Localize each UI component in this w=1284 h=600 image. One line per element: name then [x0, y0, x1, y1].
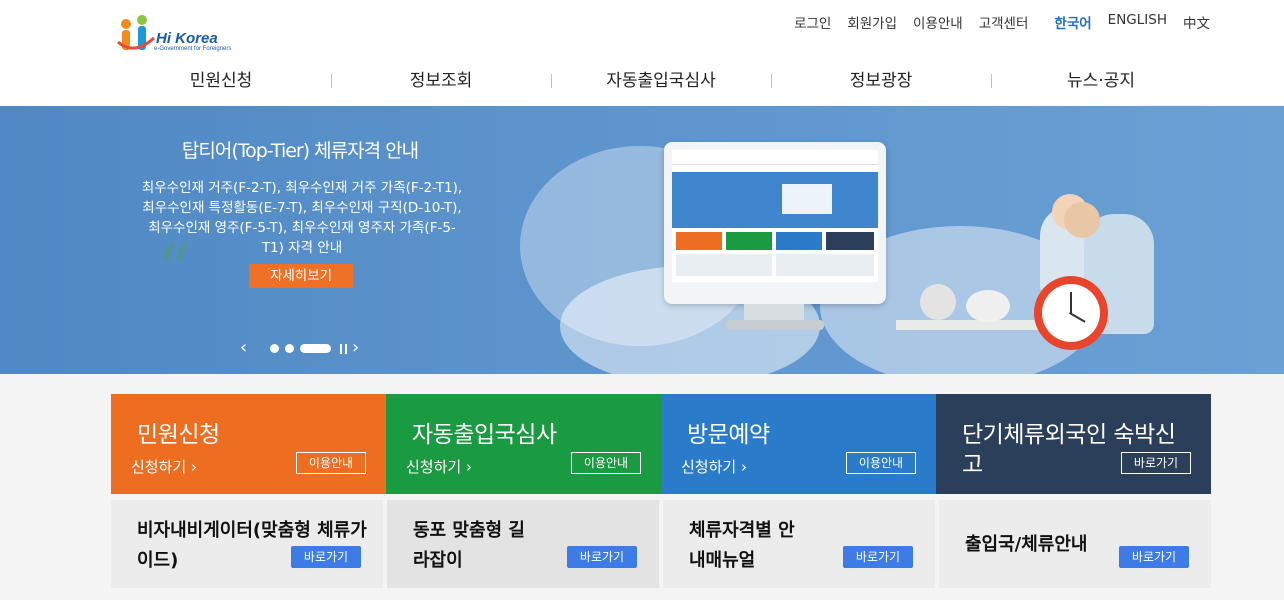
card-visit-reservation[interactable]: 방문예약 신청하기 › 이용안내	[661, 394, 936, 494]
go-button[interactable]: 바로가기	[291, 546, 361, 568]
card-civil-petition[interactable]: 민원신청 신청하기 › 이용안내	[111, 394, 386, 494]
guide-immigration-stay[interactable]: 출입국/체류안내 바로가기	[939, 500, 1211, 588]
apply-link[interactable]: 신청하기 ›	[131, 456, 197, 477]
apply-link[interactable]: 신청하기 ›	[681, 456, 747, 477]
slide-dot[interactable]	[285, 344, 294, 353]
logo-tagline: e-Government for Foreigners	[154, 46, 232, 52]
guide-title: 체류자격별 안내매뉴얼	[689, 520, 795, 571]
monitor-illustration	[664, 142, 886, 304]
banner-description: 최우수인재 거주(F-2-T), 최우수인재 거주 가족(F-2-T1), 최우…	[141, 180, 463, 256]
nav-info-plaza[interactable]: 정보광장	[771, 62, 991, 100]
chevron-right-icon: ›	[465, 458, 472, 476]
banner-title: 탑티어(Top-Tier) 체류자격 안내	[181, 140, 419, 162]
usage-guide-button[interactable]: 이용안내	[846, 452, 916, 474]
support-link[interactable]: 고객센터	[979, 12, 1029, 32]
nav-news-notice[interactable]: 뉴스·공지	[991, 62, 1211, 100]
usage-guide-button[interactable]: 이용안내	[571, 452, 641, 474]
usage-guide-button[interactable]: 이용안내	[296, 452, 366, 474]
card-title: 방문예약	[687, 422, 770, 448]
prev-slide-icon[interactable]: ‹	[240, 338, 247, 358]
guide-visa-navigator[interactable]: 비자내비게이터(맞춤형 체류가이드) 바로가기	[111, 500, 383, 588]
chevron-right-icon: ›	[740, 458, 747, 476]
go-button[interactable]: 바로가기	[567, 546, 637, 568]
signup-link[interactable]: 회원가입	[847, 12, 897, 32]
lang-chinese[interactable]: 中文	[1183, 12, 1210, 32]
desk-illustration	[896, 320, 1046, 330]
plant-pot-illustration	[920, 284, 956, 320]
hikorea-logo[interactable]: Hi Korea e-Government for Foreigners	[116, 12, 246, 60]
guide-title: 동포 맞춤형 길라잡이	[413, 520, 525, 571]
site-header: Hi Korea e-Government for Foreigners 로그인…	[0, 0, 1284, 106]
logo-brand: Hi Korea	[156, 30, 218, 47]
hero-banner: 탑티어(Top-Tier) 체류자격 안내 “ 최우수인재 거주(F-2-T),…	[0, 106, 1284, 374]
monitor-screen	[672, 150, 878, 282]
alarm-clock-icon	[1034, 276, 1108, 350]
monitor-base	[726, 320, 824, 330]
apply-link[interactable]: 신청하기 ›	[406, 456, 472, 477]
slide-dot[interactable]	[270, 344, 279, 353]
next-slide-icon[interactable]: ›	[352, 338, 359, 358]
guide-status-manual[interactable]: 체류자격별 안내매뉴얼 바로가기	[663, 500, 935, 588]
logo-figure-icon	[117, 15, 156, 50]
go-button[interactable]: 바로가기	[1119, 546, 1189, 568]
details-button[interactable]: 자세히보기	[249, 264, 353, 288]
utility-nav: 로그인 회원가입 이용안내 고객센터 한국어 ENGLISH 中文	[778, 12, 1210, 32]
main-nav: 민원신청 정보조회 자동출입국심사 정보광장 뉴스·공지	[111, 62, 1211, 100]
lang-english[interactable]: ENGLISH	[1108, 12, 1167, 32]
go-button[interactable]: 바로가기	[1121, 452, 1191, 474]
card-title: 민원신청	[137, 422, 220, 448]
card-lodging-report[interactable]: 단기체류외국인 숙박신고 바로가기	[936, 394, 1211, 494]
guide-title: 출입국/체류안내	[965, 534, 1088, 555]
nav-auto-immigration[interactable]: 자동출입국심사	[551, 62, 771, 100]
go-button[interactable]: 바로가기	[843, 546, 913, 568]
pause-icon[interactable]	[340, 344, 347, 354]
man-face-illustration	[1064, 202, 1100, 238]
guide-link[interactable]: 이용안내	[913, 12, 963, 32]
nav-info-lookup[interactable]: 정보조회	[331, 62, 551, 100]
slide-dot-active[interactable]	[300, 344, 331, 353]
piggy-bank-illustration	[966, 290, 1010, 322]
card-title: 자동출입국심사	[412, 422, 557, 448]
login-link[interactable]: 로그인	[794, 12, 831, 32]
card-auto-immigration[interactable]: 자동출입국심사 신청하기 › 이용안내	[386, 394, 661, 494]
guide-compatriot[interactable]: 동포 맞춤형 길라잡이 바로가기	[387, 500, 659, 588]
lang-korean[interactable]: 한국어	[1054, 12, 1091, 32]
chevron-right-icon: ›	[190, 458, 197, 476]
nav-civil-petition[interactable]: 민원신청	[111, 62, 331, 100]
